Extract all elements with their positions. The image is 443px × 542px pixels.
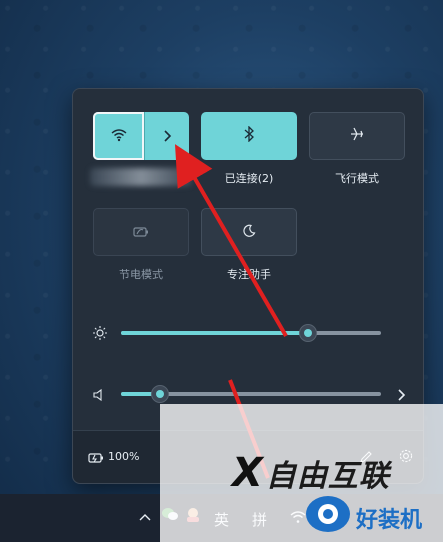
watermark-logo-icon [306, 496, 350, 532]
watermark-brand-1-text: 自由互联 [265, 459, 390, 494]
watermark-brand-1: X自由互联 [232, 450, 390, 496]
annotation-arrow-upper [174, 144, 288, 338]
watermark-brand-1-prefix: X [232, 450, 264, 496]
watermark-brand-2: 好装机 [356, 508, 423, 533]
